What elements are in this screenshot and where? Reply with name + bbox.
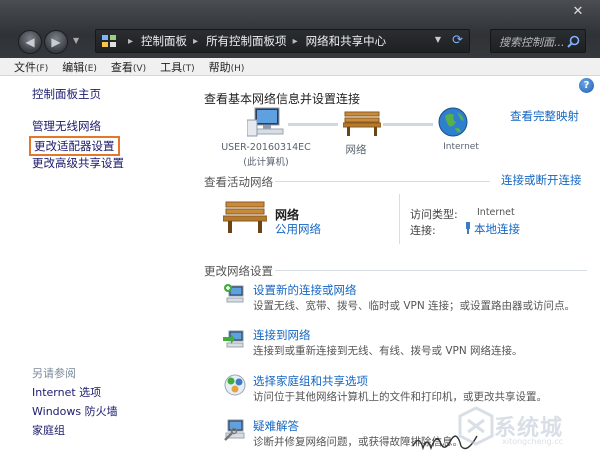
nav-buttons: ◀ ▶ ▼: [18, 30, 88, 54]
page-title: 查看基本网络信息并设置连接: [204, 92, 361, 106]
task-title[interactable]: 选择家庭组和共享选项: [253, 373, 368, 389]
forward-icon[interactable]: ▶: [44, 30, 68, 54]
map-link-line: [383, 123, 433, 126]
sidebar-item-home[interactable]: 控制面板主页: [32, 86, 101, 102]
menu-tools[interactable]: 工具(T): [160, 59, 195, 75]
sidebar-item-adapter[interactable]: 更改适配器设置: [29, 136, 120, 156]
watermark-logo-icon: [458, 406, 494, 446]
sidebar-item-homegroup[interactable]: 家庭组: [32, 422, 65, 438]
divider: [275, 270, 587, 271]
internet-label: Internet: [443, 142, 479, 152]
task-description: 设置无线、宽带、拨号、临时或 VPN 连接；或设置路由器或访问点。: [253, 300, 576, 312]
breadcrumb-item[interactable]: 网络和共享中心: [306, 33, 387, 49]
computer-name: USER-20160314EC: [221, 142, 311, 153]
local-connection-link[interactable]: 本地连接: [463, 221, 520, 237]
menu-help[interactable]: 帮助(H): [209, 59, 245, 75]
troubleshoot-icon: [224, 419, 245, 441]
address-bar[interactable]: ▸ 控制面板 ▸ 所有控制面板项 ▸ 网络和共享中心 ▼ ⟳: [95, 29, 470, 53]
help-icon[interactable]: ?: [579, 78, 594, 93]
connect-disconnect-link[interactable]: 连接或断开连接: [501, 172, 582, 188]
search-input[interactable]: 搜索控制面...: [490, 29, 586, 53]
task-description: 连接到或重新连接到无线、有线、拨号或 VPN 网络连接。: [253, 345, 523, 357]
window-client: 控制面板主页 管理无线网络 更改适配器设置 更改高级共享设置 另请参阅 Inte…: [0, 76, 600, 460]
window-titlebar: ✕ ◀ ▶ ▼ ▸ 控制面板 ▸ 所有控制面板项 ▸ 网络和共享中心 ▼ ⟳ 搜…: [0, 0, 600, 58]
computer-icon[interactable]: [247, 106, 285, 138]
computer-sub: (此计算机): [243, 157, 289, 168]
homegroup-icon: [224, 374, 246, 396]
recent-pages-dropdown-icon[interactable]: ▼: [73, 36, 79, 45]
task-title[interactable]: 疑难解答: [253, 418, 299, 434]
access-type-value: Internet: [477, 207, 515, 218]
close-icon[interactable]: ✕: [568, 4, 588, 20]
map-link-line: [288, 123, 338, 126]
watermark: 系统城 xitongcheng.cc: [444, 402, 594, 452]
task-title[interactable]: 连接到网络: [253, 327, 311, 343]
search-placeholder: 搜索控制面...: [499, 36, 565, 49]
active-networks-heading: 查看活动网络: [204, 175, 273, 189]
network-bench-icon[interactable]: [343, 110, 381, 136]
watermark-url: xitongcheng.cc: [502, 437, 564, 446]
internet-globe-icon[interactable]: [437, 106, 469, 138]
sidebar-item-internet-options[interactable]: Internet 选项: [32, 384, 101, 400]
menu-bar: 文件(F) 编辑(E) 查看(V) 工具(T) 帮助(H): [0, 58, 600, 76]
connect-network-icon: [223, 330, 244, 348]
breadcrumb-item[interactable]: 所有控制面板项: [206, 33, 287, 49]
connections-label: 连接:: [410, 224, 436, 237]
network-type-link[interactable]: 公用网络: [275, 221, 321, 237]
address-dropdown-icon[interactable]: ▼: [435, 35, 441, 44]
main-panel: ? 查看基本网络信息并设置连接 查看完整映射 USER-20160314EC (: [183, 76, 600, 460]
breadcrumb-item[interactable]: 控制面板: [141, 33, 187, 49]
sidebar-item-firewall[interactable]: Windows 防火墙: [32, 403, 118, 419]
refresh-icon[interactable]: ⟳: [452, 33, 463, 48]
task-title[interactable]: 设置新的连接或网络: [253, 282, 357, 298]
menu-edit[interactable]: 编辑(E): [62, 59, 97, 75]
divider: [275, 181, 490, 182]
network-label: 网络: [345, 144, 367, 156]
see-also-heading: 另请参阅: [32, 367, 76, 380]
change-settings-heading: 更改网络设置: [204, 264, 273, 278]
sidebar-item-wireless[interactable]: 管理无线网络: [32, 118, 101, 134]
divider: [399, 194, 400, 244]
full-map-link[interactable]: 查看完整映射: [510, 108, 579, 124]
sidebar: 控制面板主页 管理无线网络 更改适配器设置 更改高级共享设置 另请参阅 Inte…: [0, 76, 183, 460]
control-panel-icon: [102, 35, 116, 47]
menu-view[interactable]: 查看(V): [111, 59, 146, 75]
back-icon[interactable]: ◀: [18, 30, 42, 54]
breadcrumb: ▸ 控制面板 ▸ 所有控制面板项 ▸ 网络和共享中心: [128, 33, 387, 49]
new-connection-icon: [224, 284, 244, 303]
search-icon[interactable]: [567, 35, 580, 48]
menu-file[interactable]: 文件(F): [14, 59, 48, 75]
sidebar-item-sharing[interactable]: 更改高级共享设置: [32, 155, 124, 171]
network-bench-icon: [223, 201, 267, 233]
access-type-label: 访问类型:: [410, 208, 458, 221]
